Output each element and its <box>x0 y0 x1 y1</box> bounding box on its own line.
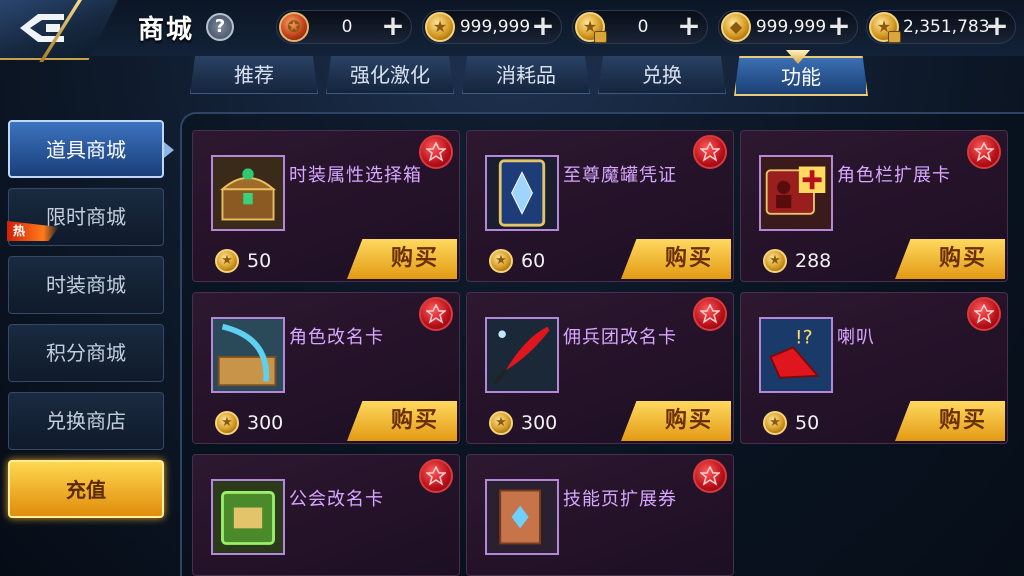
currency-value: 0 <box>341 17 353 37</box>
card-voucher-icon <box>485 155 559 231</box>
page-title: 商城 <box>138 15 195 45</box>
seal-icon <box>693 297 727 331</box>
item-name: 时装属性选择箱 <box>289 165 422 186</box>
item-card[interactable]: 技能页扩展券 <box>466 454 734 576</box>
diamond-coin-icon: ◆ <box>721 12 751 42</box>
add-currency-button[interactable]: + <box>381 12 405 40</box>
currency-value: 999,999 <box>459 17 531 37</box>
currency-diamond: ◆ 999,999 + <box>718 10 858 44</box>
tab-enhance[interactable]: 强化激化 <box>326 56 454 94</box>
item-name: 至尊魔罐凭证 <box>563 165 677 186</box>
buy-button[interactable]: 购买 <box>895 239 1005 279</box>
item-name: 角色改名卡 <box>289 327 384 348</box>
currency-locked-gold: ★ 0 + <box>572 10 708 44</box>
item-card[interactable]: 时装属性选择箱 ★ 50 购买 <box>192 130 460 282</box>
item-price: 288 <box>795 250 832 272</box>
seal-icon <box>967 297 1001 331</box>
currency-value: 999,999 <box>755 17 827 37</box>
locked-ticket-coin-icon: ★ <box>869 12 901 43</box>
item-price: 60 <box>521 250 546 272</box>
item-name: 公会改名卡 <box>289 489 384 510</box>
locked-gold-coin-icon: ★ <box>575 12 607 43</box>
item-card[interactable]: 至尊魔罐凭证 ★ 60 购买 <box>466 130 734 282</box>
item-card[interactable]: 角色改名卡 ★ 300 购买 <box>192 292 460 444</box>
svg-text:!?: !? <box>795 327 813 349</box>
gold-coin-icon: ★ <box>489 411 513 435</box>
buy-button[interactable]: 购买 <box>621 239 731 279</box>
gold-coin-icon: ★ <box>489 249 513 273</box>
seal-icon <box>419 297 453 331</box>
medal-coin-icon: ✪ <box>279 12 309 42</box>
item-price: 300 <box>247 412 284 434</box>
megaphone-icon: !? <box>759 317 833 393</box>
recharge-button[interactable]: 充值 <box>8 460 164 518</box>
gold-coin-icon: ★ <box>763 249 787 273</box>
add-currency-button[interactable]: + <box>985 12 1009 40</box>
gold-coin-icon: ★ <box>425 12 455 42</box>
buy-button[interactable]: 购买 <box>895 401 1005 441</box>
tab-function[interactable]: 功能 <box>734 56 868 96</box>
item-name: 佣兵团改名卡 <box>563 327 677 348</box>
buy-button[interactable]: 购买 <box>347 401 457 441</box>
add-currency-button[interactable]: + <box>677 12 701 40</box>
currency-value: 0 <box>637 17 649 37</box>
seal-icon <box>693 459 727 493</box>
currency-value: 2,351,783 <box>903 17 990 37</box>
seal-icon <box>419 459 453 493</box>
skill-scroll-icon <box>485 479 559 555</box>
tab-consumables[interactable]: 消耗品 <box>462 56 590 94</box>
gold-coin-icon: ★ <box>215 249 239 273</box>
item-card[interactable]: 佣兵团改名卡 ★ 300 购买 <box>466 292 734 444</box>
item-name: 技能页扩展券 <box>563 489 677 510</box>
sidebar-item-points-shop[interactable]: 积分商城 <box>8 324 164 382</box>
currency-medal: ✪ 0 + <box>276 10 412 44</box>
item-card[interactable]: 角色栏扩展卡 ★ 288 购买 <box>740 130 1008 282</box>
item-price: 300 <box>521 412 558 434</box>
seal-icon <box>693 135 727 169</box>
red-feather-pen-icon <box>485 317 559 393</box>
quill-scroll-icon <box>211 317 285 393</box>
character-slot-card-icon <box>759 155 833 231</box>
tab-recommend[interactable]: 推荐 <box>190 56 318 94</box>
seal-icon <box>967 135 1001 169</box>
gold-coin-icon: ★ <box>215 411 239 435</box>
buy-button[interactable]: 购买 <box>347 239 457 279</box>
guild-card-icon <box>211 479 285 555</box>
tab-exchange[interactable]: 兑换 <box>598 56 726 94</box>
item-name: 喇叭 <box>837 327 875 348</box>
treasure-chest-icon <box>211 155 285 231</box>
buy-button[interactable]: 购买 <box>621 401 731 441</box>
add-currency-button[interactable]: + <box>827 12 851 40</box>
currency-gold: ★ 999,999 + <box>422 10 562 44</box>
item-price: 50 <box>247 250 272 272</box>
item-card[interactable]: !? 喇叭 ★ 50 购买 <box>740 292 1008 444</box>
gold-coin-icon: ★ <box>763 411 787 435</box>
currency-ticket: ★ 2,351,783 + <box>866 10 1016 44</box>
help-icon[interactable]: ? <box>206 13 234 41</box>
sidebar-item-fashion-shop[interactable]: 时装商城 <box>8 256 164 314</box>
sidebar-item-item-shop[interactable]: 道具商城 <box>8 120 174 178</box>
seal-icon <box>419 135 453 169</box>
sidebar-item-exchange-store[interactable]: 兑换商店 <box>8 392 164 450</box>
sidebar-item-label: 限时商城 <box>46 205 126 229</box>
sidebar-item-limited-shop[interactable]: 限时商城 热 <box>7 188 164 246</box>
add-currency-button[interactable]: + <box>531 12 555 40</box>
item-name: 角色栏扩展卡 <box>837 165 951 186</box>
item-price: 50 <box>795 412 820 434</box>
item-card[interactable]: 公会改名卡 <box>192 454 460 576</box>
